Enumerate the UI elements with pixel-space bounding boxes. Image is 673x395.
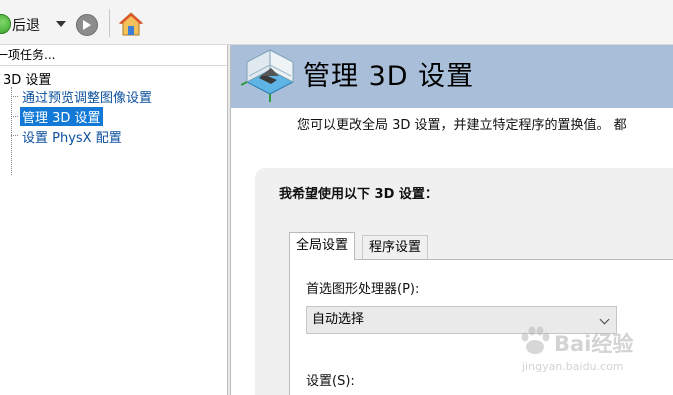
page-title: 管理 3D 设置: [303, 61, 475, 92]
toolbar-separator: [109, 9, 110, 37]
preferred-processor-value: 自动选择: [312, 312, 365, 327]
paw-logo-icon: [521, 326, 550, 354]
tree-connector: [11, 96, 18, 97]
back-dropdown-icon[interactable]: [56, 21, 66, 27]
settings-label: 设置(S):: [306, 374, 355, 389]
forward-arrow-icon[interactable]: [76, 14, 98, 36]
tree-item-physx-config[interactable]: 设置 PhysX 配置: [20, 127, 124, 146]
tree-item-adjust-image-preview[interactable]: 通过预览调整图像设置: [20, 87, 154, 106]
back-arrow-icon[interactable]: [0, 14, 11, 34]
page-banner: 管理 3D 设置: [231, 45, 673, 108]
preferred-processor-label: 首选图形处理器(P):: [306, 282, 420, 297]
tree-connector: [11, 135, 18, 136]
watermark-url: jingyan.baidu.com: [522, 360, 624, 373]
3d-settings-icon: [241, 49, 295, 102]
tree-item-manage-3d-settings[interactable]: 管理 3D 设置: [20, 107, 103, 126]
toolbar: 后退: [0, 0, 673, 45]
panel-title: 我希望使用以下 3D 设置：: [279, 187, 438, 202]
task-tree-header: 一项任务...: [0, 45, 227, 66]
tab-program-settings[interactable]: 程序设置: [362, 235, 429, 259]
baidu-watermark: Bai经验 jingyan.baidu.com: [510, 322, 660, 382]
watermark-text: Bai经验: [554, 332, 634, 356]
home-icon[interactable]: [118, 11, 144, 37]
tree-connector: [11, 116, 18, 117]
task-tree-pane: 一项任务... 3D 设置 通过预览调整图像设置 管理 3D 设置 设置 Phy…: [0, 45, 227, 395]
back-button[interactable]: 后退: [12, 15, 40, 35]
tree-connector: [11, 87, 12, 175]
tree-root-3d-settings[interactable]: 3D 设置: [3, 69, 51, 88]
tab-global-settings[interactable]: 全局设置: [289, 232, 356, 260]
page-description: 您可以更改全局 3D 设置，并建立特定程序的置换值。 都: [297, 118, 627, 133]
